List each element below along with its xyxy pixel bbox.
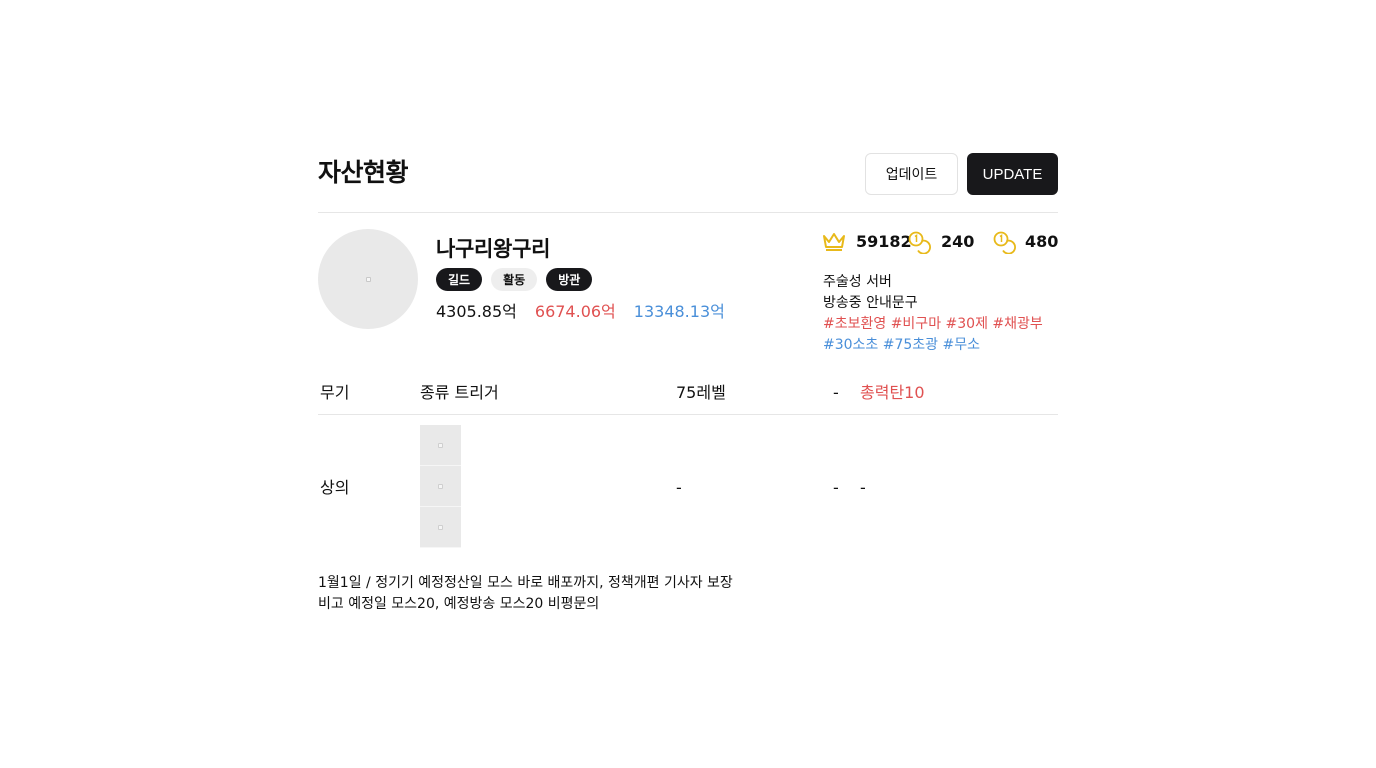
item-level: - [676, 478, 682, 497]
item-dash: - [833, 383, 839, 402]
stat-coin-1-value: 240 [941, 232, 975, 251]
notice-line: 1월1일 / 정기기 예정정산일 모스 바로 배포까지, 정책개편 기사자 보장 [318, 575, 733, 591]
asset-amount-blue: 13348.13억 [633, 302, 725, 321]
asset-amounts: 4305.85억 6674.06억 13348.13억 [436, 301, 725, 323]
tag-bangwan: 방관 [546, 268, 593, 291]
slot-label: 상의 [320, 478, 350, 497]
nickname: 나구리왕구리 [436, 237, 551, 261]
avatar [318, 229, 418, 329]
item-option: - [860, 478, 866, 497]
item-thumbnail[interactable] [420, 466, 461, 507]
table-row-weapon: 무기 종류 트리거 75레벨 - 총력탄10 [318, 376, 1058, 414]
equipment-table: 무기 종류 트리거 75레벨 - 총력탄10 상의 - - - [318, 376, 1058, 561]
stat-crown-value: 59182 [856, 232, 912, 251]
broadcast-notice: 방송중 안내문구 [823, 295, 918, 311]
item-thumbnails [420, 425, 461, 548]
asset-amount-black: 4305.85억 [436, 302, 517, 321]
page-title: 자산현황 [318, 158, 409, 187]
stats-bar: 59182 240 480 [822, 229, 1058, 255]
broken-image-icon [438, 524, 443, 530]
item-option: 총력탄10 [860, 383, 925, 402]
item-name: 종류 트리거 [420, 383, 499, 402]
coin-icon [992, 230, 1016, 255]
notice-line: 비고 예정일 모스20, 예정방송 모스20 비평문의 [318, 596, 600, 612]
tag-list: 길드 활동 방관 [436, 268, 593, 291]
crown-icon [822, 232, 846, 252]
item-thumbnail[interactable] [420, 425, 461, 466]
coin-icon [907, 230, 931, 255]
server-name: 주술성 서버 [823, 274, 892, 290]
broken-image-icon [438, 483, 443, 489]
asset-amount-red: 6674.06억 [534, 302, 616, 321]
table-row-top: 상의 - - - [318, 415, 1058, 561]
update-ko-button[interactable]: 업데이트 [865, 153, 958, 195]
broken-image-icon [365, 276, 371, 282]
header-divider [318, 212, 1058, 213]
stat-coin-2-value: 480 [1025, 232, 1059, 251]
notice-text: 1월1일 / 정기기 예정정산일 모스 바로 배포까지, 정책개편 기사자 보장… [318, 573, 733, 615]
page-header: 자산현황 업데이트 UPDATE [318, 153, 1058, 195]
hashtags-red: #초보환영 #비구마 #30제 #채광부 [823, 316, 1043, 332]
tag-activity: 활동 [491, 268, 538, 291]
stat-coin-2: 480 [992, 229, 1058, 255]
update-en-button[interactable]: UPDATE [967, 153, 1058, 195]
tag-guild: 길드 [436, 268, 483, 291]
broken-image-icon [438, 442, 443, 448]
item-thumbnail[interactable] [420, 507, 461, 548]
server-info: 주술성 서버 방송중 안내문구 #초보환영 #비구마 #30제 #채광부 #30… [823, 272, 1043, 356]
slot-label: 무기 [320, 383, 350, 402]
stat-crown: 59182 [822, 229, 912, 255]
stat-coin-1: 240 [907, 229, 974, 255]
item-level: 75레벨 [676, 383, 726, 402]
asset-status-page: 자산현황 업데이트 UPDATE 나구리왕구리 길드 활동 방관 4305.85… [318, 0, 1058, 768]
item-dash: - [833, 478, 839, 497]
hashtags-blue: #30소초 #75초광 #무소 [823, 337, 981, 353]
